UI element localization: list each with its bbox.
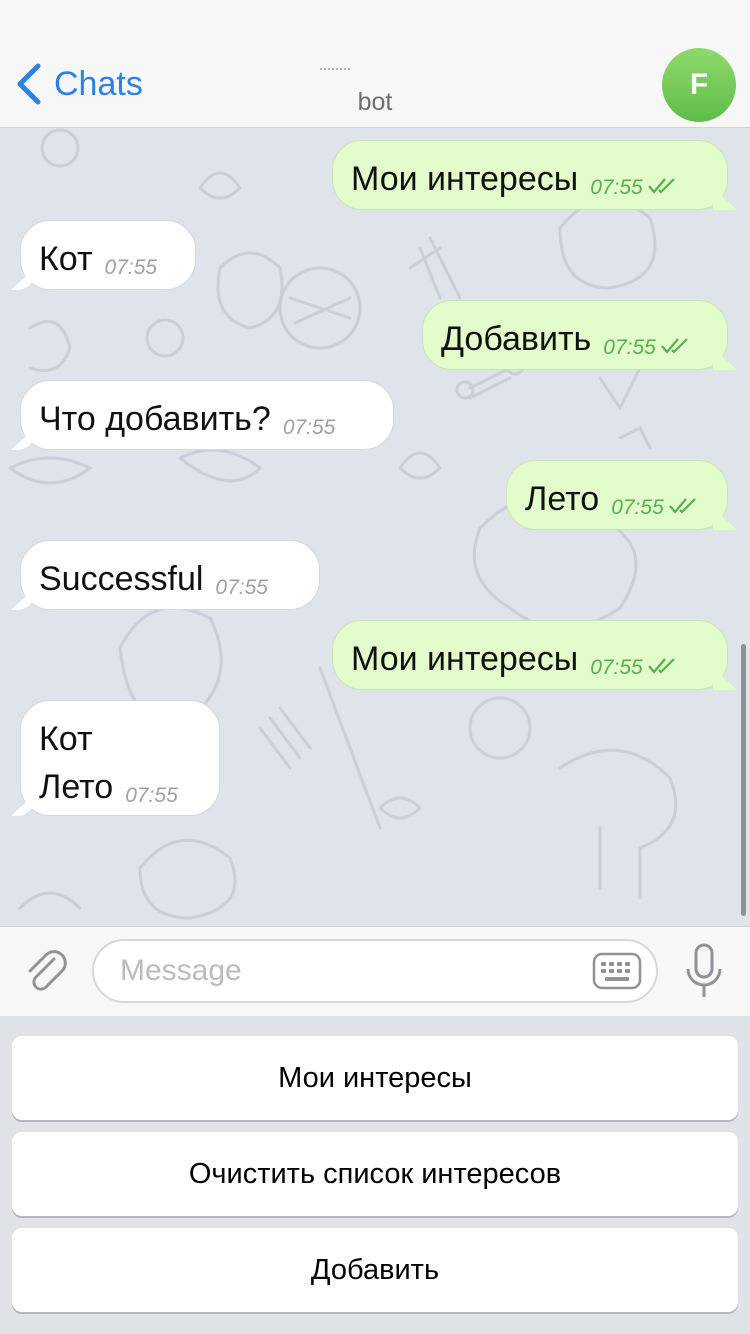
- message-time: 07:55: [590, 656, 643, 679]
- avatar-letter: F: [689, 68, 709, 101]
- read-checks-icon: [647, 178, 675, 194]
- keyboard-icon[interactable]: [592, 951, 642, 991]
- message-time: 07:55: [282, 416, 336, 439]
- message-text: Лето: [39, 768, 114, 806]
- message-time: 07:55: [104, 256, 158, 279]
- message-input[interactable]: [118, 953, 572, 989]
- message-input-field[interactable]: [92, 939, 658, 1003]
- reply-button-add[interactable]: Добавить: [12, 1228, 738, 1312]
- message-text-line: Кот: [39, 720, 93, 758]
- message-bubble-incoming[interactable]: Что добавить? 07:55: [20, 380, 394, 450]
- message-text: Лето: [525, 480, 600, 518]
- message-time: 07:55: [603, 336, 656, 359]
- message-bubble-incoming[interactable]: Кот 07:55: [20, 220, 196, 290]
- message-text: Successful: [39, 560, 204, 598]
- message-bubble-incoming[interactable]: Кот Лето 07:55: [20, 700, 220, 816]
- avatar[interactable]: F: [662, 48, 736, 122]
- scrollbar[interactable]: [741, 644, 746, 916]
- bot-reply-keyboard: Мои интересы Очистить список интересов Д…: [0, 1016, 750, 1334]
- message-bubble-outgoing[interactable]: Мои интересы 07:55: [332, 620, 728, 690]
- message-bubble-incoming[interactable]: Successful 07:55: [20, 540, 320, 610]
- message-time: 07:55: [215, 576, 268, 599]
- attach-icon[interactable]: [20, 945, 72, 997]
- message-time: 07:55: [125, 784, 178, 807]
- chat-header: Chats bot F: [0, 0, 750, 128]
- message-text: Добавить: [441, 320, 592, 358]
- message-list[interactable]: Мои интересы 07:55 Кот 07:55 Добавить 07:55…: [0, 128, 750, 926]
- message-bubble-outgoing[interactable]: Лето 07:55: [506, 460, 728, 530]
- message-time: 07:55: [590, 176, 643, 199]
- chat-title-placeholder: [320, 68, 350, 73]
- microphone-icon[interactable]: [684, 943, 724, 1001]
- reply-button-clear-interests[interactable]: Очистить список интересов: [12, 1132, 738, 1216]
- read-checks-icon: [668, 498, 696, 514]
- message-text: Что добавить?: [39, 400, 271, 438]
- reply-button-my-interests[interactable]: Мои интересы: [12, 1036, 738, 1120]
- read-checks-icon: [647, 658, 675, 674]
- chat-subtitle: bot: [357, 88, 393, 116]
- message-text: Кот: [39, 240, 93, 278]
- message-bubble-outgoing[interactable]: Добавить 07:55: [422, 300, 728, 370]
- message-time: 07:55: [611, 496, 664, 519]
- message-composer: [0, 926, 750, 1016]
- message-bubble-outgoing[interactable]: Мои интересы 07:55: [332, 140, 728, 210]
- message-text: Мои интересы: [351, 640, 579, 678]
- message-text: Мои интересы: [351, 160, 579, 198]
- read-checks-icon: [660, 338, 688, 354]
